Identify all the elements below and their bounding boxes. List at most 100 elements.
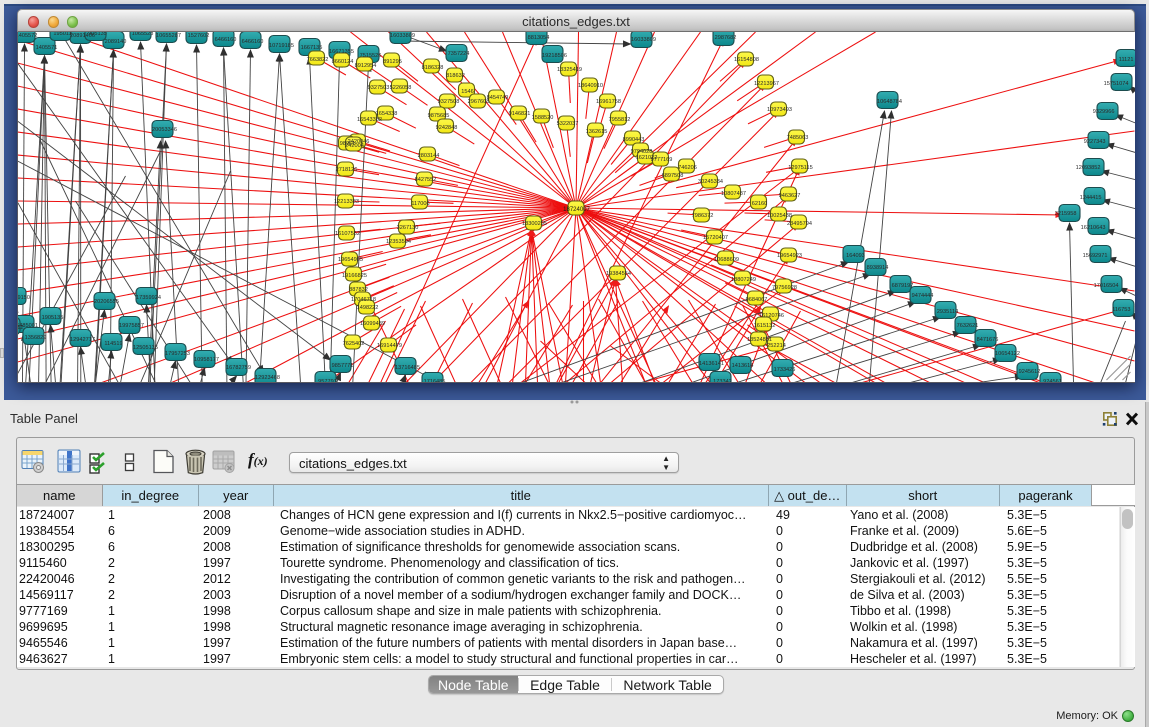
svg-text:14136141: 14136141 bbox=[699, 361, 724, 367]
svg-text:1413614: 1413614 bbox=[731, 363, 753, 369]
svg-text:2718126: 2718126 bbox=[335, 167, 357, 173]
svg-text:18724007: 18724007 bbox=[563, 207, 590, 213]
svg-text:10025438: 10025438 bbox=[767, 213, 792, 219]
svg-text:20206555: 20206555 bbox=[94, 299, 119, 305]
svg-text:23495794: 23495794 bbox=[787, 221, 812, 227]
svg-text:17046718: 17046718 bbox=[351, 297, 376, 303]
svg-text:12213383: 12213383 bbox=[334, 199, 359, 205]
svg-text:9875685: 9875685 bbox=[427, 113, 449, 119]
svg-text:18640910: 18640910 bbox=[578, 83, 603, 89]
svg-text:9474444: 9474444 bbox=[911, 293, 933, 299]
svg-text:8186328: 8186328 bbox=[421, 65, 443, 71]
svg-text:13716485: 13716485 bbox=[395, 365, 420, 371]
svg-text:1498222: 1498222 bbox=[356, 305, 378, 311]
svg-text:12942717: 12942717 bbox=[70, 337, 95, 343]
svg-text:7986372: 7986372 bbox=[691, 213, 713, 219]
svg-text:9242848: 9242848 bbox=[435, 125, 457, 131]
svg-text:1405571: 1405571 bbox=[35, 45, 57, 51]
svg-text:1905135: 1905135 bbox=[41, 315, 63, 321]
svg-text:62160: 62160 bbox=[751, 201, 767, 207]
svg-text:17016504: 17016504 bbox=[1093, 283, 1118, 289]
svg-text:164093: 164093 bbox=[846, 253, 865, 259]
svg-text:6897508: 6897508 bbox=[661, 173, 683, 179]
svg-text:7632621: 7632621 bbox=[956, 323, 978, 329]
svg-text:1733426: 1733426 bbox=[773, 367, 795, 373]
svg-text:10648784: 10648784 bbox=[877, 99, 902, 105]
svg-text:16543382: 16543382 bbox=[357, 117, 382, 123]
svg-text:2089140: 2089140 bbox=[104, 39, 126, 45]
svg-text:1244415: 1244415 bbox=[1079, 195, 1101, 201]
svg-text:905135: 905135 bbox=[88, 32, 107, 37]
svg-text:2987682: 2987682 bbox=[714, 35, 736, 41]
svg-text:924561: 924561 bbox=[1043, 379, 1062, 382]
svg-text:19654985: 19654985 bbox=[338, 257, 363, 263]
svg-text:17359924: 17359924 bbox=[136, 295, 161, 301]
svg-text:10719185: 10719185 bbox=[269, 43, 294, 49]
svg-text:1527602: 1527602 bbox=[187, 33, 209, 39]
svg-text:10688609: 10688609 bbox=[714, 257, 739, 263]
svg-text:957791: 957791 bbox=[318, 379, 337, 382]
svg-text:18300295: 18300295 bbox=[522, 221, 547, 227]
svg-text:15720407: 15720407 bbox=[703, 235, 728, 241]
svg-text:1405572: 1405572 bbox=[18, 33, 37, 39]
svg-text:5226058: 5226058 bbox=[389, 85, 411, 91]
svg-text:10807487: 10807487 bbox=[721, 191, 746, 197]
svg-text:7357224: 7357224 bbox=[447, 51, 469, 57]
svg-text:114519: 114519 bbox=[104, 341, 122, 347]
svg-text:195011: 195011 bbox=[53, 32, 71, 37]
svg-text:11121: 11121 bbox=[1118, 57, 1133, 63]
svg-text:26269150: 26269150 bbox=[18, 295, 30, 301]
svg-text:10958177: 10958177 bbox=[194, 357, 219, 363]
svg-text:16914479: 16914479 bbox=[377, 343, 402, 349]
svg-text:891295: 891295 bbox=[383, 59, 402, 65]
svg-text:9777169: 9777169 bbox=[650, 157, 672, 163]
svg-text:16033809: 16033809 bbox=[631, 37, 656, 43]
svg-text:12505135: 12505135 bbox=[133, 345, 158, 351]
svg-text:8990443: 8990443 bbox=[622, 137, 644, 143]
svg-text:16210643: 16210643 bbox=[1080, 225, 1105, 231]
svg-text:9327503: 9327503 bbox=[367, 85, 389, 91]
svg-text:8427552: 8427552 bbox=[414, 177, 436, 183]
svg-text:6879197: 6879197 bbox=[891, 283, 913, 289]
svg-text:3215958: 3215958 bbox=[1054, 211, 1076, 217]
svg-text:13325419: 13325419 bbox=[557, 67, 582, 73]
svg-text:9146821: 9146821 bbox=[508, 111, 530, 117]
svg-text:12213967: 12213967 bbox=[754, 81, 779, 87]
svg-text:252214: 252214 bbox=[767, 343, 786, 349]
svg-text:1654338: 1654338 bbox=[375, 111, 397, 117]
svg-text:30245334: 30245334 bbox=[698, 179, 723, 185]
svg-text:1615132: 1615132 bbox=[753, 323, 775, 329]
svg-text:12923468: 12923468 bbox=[255, 375, 280, 381]
svg-text:8660124: 8660124 bbox=[331, 59, 353, 65]
svg-text:39151112: 39151112 bbox=[18, 325, 24, 331]
svg-text:887832: 887832 bbox=[349, 287, 368, 293]
svg-text:19218506: 19218506 bbox=[542, 53, 567, 59]
svg-text:15751074: 15751074 bbox=[1103, 81, 1128, 87]
svg-text:7515526: 7515526 bbox=[359, 53, 381, 59]
svg-text:8938914: 8938914 bbox=[866, 265, 888, 271]
svg-text:1667135: 1667135 bbox=[300, 45, 322, 51]
svg-text:1356829: 1356829 bbox=[24, 335, 46, 341]
svg-text:16782759: 16782759 bbox=[226, 365, 251, 371]
svg-text:16033809: 16033809 bbox=[390, 33, 415, 39]
svg-text:19166825: 19166825 bbox=[342, 273, 367, 279]
svg-text:16961758: 16961758 bbox=[596, 99, 621, 105]
svg-text:1065528: 1065528 bbox=[131, 32, 153, 37]
svg-text:3267130: 3267130 bbox=[396, 225, 418, 231]
svg-text:746206: 746206 bbox=[678, 165, 697, 171]
svg-text:16120746: 16120746 bbox=[759, 313, 784, 319]
svg-text:12093852: 12093852 bbox=[1075, 165, 1100, 171]
svg-text:79756928: 79756928 bbox=[772, 285, 797, 291]
svg-text:16154808: 16154808 bbox=[734, 57, 759, 63]
svg-text:818632: 818632 bbox=[446, 73, 465, 79]
svg-text:9329966: 9329966 bbox=[1092, 109, 1114, 115]
svg-text:19384554: 19384554 bbox=[606, 271, 631, 277]
svg-text:5322037: 5322037 bbox=[556, 121, 578, 127]
svg-text:8813054: 8813054 bbox=[527, 35, 549, 41]
svg-text:9327508: 9327508 bbox=[437, 99, 459, 105]
svg-text:16099489: 16099489 bbox=[360, 321, 385, 327]
svg-text:18807249: 18807249 bbox=[731, 277, 756, 283]
svg-text:6466160: 6466160 bbox=[214, 37, 236, 43]
svg-text:116753: 116753 bbox=[1112, 307, 1130, 313]
svg-text:1588520: 1588520 bbox=[531, 115, 553, 121]
